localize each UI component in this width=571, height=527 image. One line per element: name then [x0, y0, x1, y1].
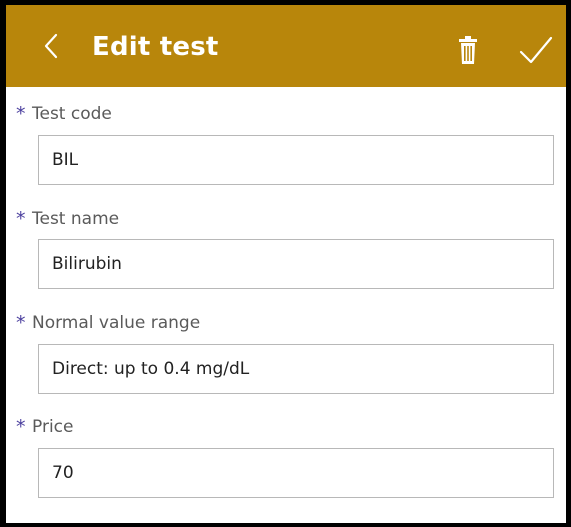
field-label-row: * Normal value range	[16, 312, 556, 334]
required-marker: *	[16, 416, 26, 438]
field-label-row: * Test name	[16, 208, 556, 230]
page-title: Edit test	[92, 32, 219, 62]
back-button[interactable]	[40, 31, 64, 61]
field-label-row: * Test code	[16, 103, 556, 125]
test-code-input[interactable]: BIL	[38, 135, 554, 185]
field-label: Normal value range	[32, 313, 201, 333]
normal-range-input[interactable]: Direct: up to 0.4 mg/dL	[38, 344, 554, 394]
required-marker: *	[16, 103, 26, 125]
field-label: Price	[32, 417, 74, 437]
checkmark-icon	[519, 36, 553, 64]
save-button[interactable]	[518, 35, 554, 65]
field-test-code: * Test code	[16, 103, 556, 125]
delete-button[interactable]	[458, 35, 478, 65]
field-test-name: * Test name	[16, 208, 556, 230]
test-name-input[interactable]: Bilirubin	[38, 239, 554, 289]
field-label: Test code	[32, 104, 112, 124]
required-marker: *	[16, 312, 26, 334]
chevron-left-icon	[44, 33, 58, 59]
field-label: Test name	[32, 209, 120, 229]
price-input[interactable]: 70	[38, 448, 554, 498]
field-label-row: * Price	[16, 416, 556, 438]
required-marker: *	[16, 208, 26, 230]
field-normal-range: * Normal value range	[16, 312, 556, 334]
trash-icon	[459, 36, 477, 64]
screen-frame: Edit test * Test code BIL * Test name Bi…	[0, 0, 571, 527]
field-price: * Price	[16, 416, 556, 438]
app-header: Edit test	[6, 5, 566, 87]
